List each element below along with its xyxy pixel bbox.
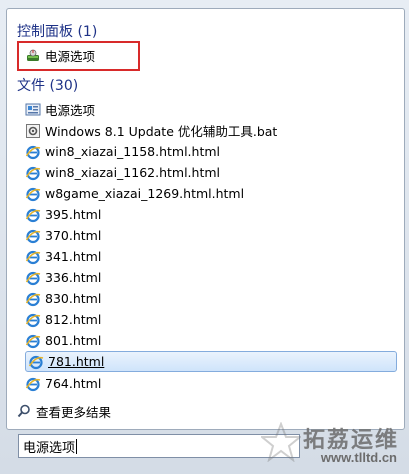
- text-caret: [76, 438, 78, 454]
- ie-html-icon: [25, 333, 41, 349]
- result-item-file-13[interactable]: 764.html: [25, 373, 101, 394]
- ie-html-icon: [25, 144, 41, 160]
- result-item-label: 801.html: [45, 333, 102, 348]
- search-results-panel: 控制面板 (1) 电源选项 文件 (30) 电源选项 Windows 8.1 U…: [6, 8, 405, 430]
- result-item-file-11[interactable]: 801.html: [25, 330, 101, 351]
- ie-html-icon: [25, 228, 41, 244]
- result-item-file-5[interactable]: 395.html: [25, 204, 101, 225]
- ie-html-icon: [25, 291, 41, 307]
- result-item-file-3[interactable]: win8_xiazai_1162.html.html: [25, 162, 220, 183]
- result-item-label: Windows 8.1 Update 优化辅助工具.bat: [45, 124, 278, 139]
- result-item-label: 370.html: [45, 228, 102, 243]
- result-item-file-10[interactable]: 812.html: [25, 309, 101, 330]
- ie-html-icon: [25, 270, 41, 286]
- result-item-file-7[interactable]: 341.html: [25, 246, 101, 267]
- search-input-value: 电源选项: [23, 440, 76, 456]
- group-title-files[interactable]: 文件 (30): [17, 77, 78, 95]
- result-item-label: w8game_xiazai_1269.html.html: [45, 186, 245, 201]
- result-item-file-0[interactable]: 电源选项: [25, 99, 95, 120]
- start-menu-search-window: 控制面板 (1) 电源选项 文件 (30) 电源选项 Windows 8.1 U…: [0, 0, 409, 474]
- see-more-results-link[interactable]: 查看更多结果: [17, 401, 111, 421]
- bat-file-icon: [25, 123, 41, 139]
- result-item-label: win8_xiazai_1162.html.html: [45, 165, 220, 180]
- result-item-file-2[interactable]: win8_xiazai_1158.html.html: [25, 141, 220, 162]
- watermark-url: www.tlltd.cn: [320, 450, 397, 465]
- search-input[interactable]: 电源选项: [18, 434, 300, 458]
- ie-html-icon: [25, 207, 41, 223]
- highlight-annotation-box: [17, 41, 140, 71]
- result-item-label: win8_xiazai_1158.html.html: [45, 144, 220, 159]
- result-item-file-9[interactable]: 830.html: [25, 288, 101, 309]
- result-item-label: 341.html: [45, 249, 102, 264]
- result-item-file-6[interactable]: 370.html: [25, 225, 101, 246]
- result-item-label: 764.html: [45, 376, 102, 391]
- result-item-file-12-selected[interactable]: 781.html: [25, 351, 397, 372]
- ie-html-icon: [25, 376, 41, 392]
- result-item-label: 781.html: [48, 354, 105, 369]
- ie-html-icon: [25, 186, 41, 202]
- result-item-label: 336.html: [45, 270, 102, 285]
- result-item-file-4[interactable]: w8game_xiazai_1269.html.html: [25, 183, 244, 204]
- result-item-file-1[interactable]: Windows 8.1 Update 优化辅助工具.bat: [25, 120, 277, 141]
- power-options-file-icon: [25, 102, 41, 118]
- result-item-label: 812.html: [45, 312, 102, 327]
- ie-html-icon: [28, 354, 44, 370]
- result-item-label: 395.html: [45, 207, 102, 222]
- ie-html-icon: [25, 165, 41, 181]
- ie-html-icon: [25, 312, 41, 328]
- result-item-file-8[interactable]: 336.html: [25, 267, 101, 288]
- group-title-control-panel[interactable]: 控制面板 (1): [17, 23, 97, 41]
- result-item-label: 电源选项: [45, 103, 96, 118]
- search-icon: [17, 404, 31, 418]
- result-item-label: 830.html: [45, 291, 102, 306]
- see-more-results-label: 查看更多结果: [36, 404, 112, 420]
- ie-html-icon: [25, 249, 41, 265]
